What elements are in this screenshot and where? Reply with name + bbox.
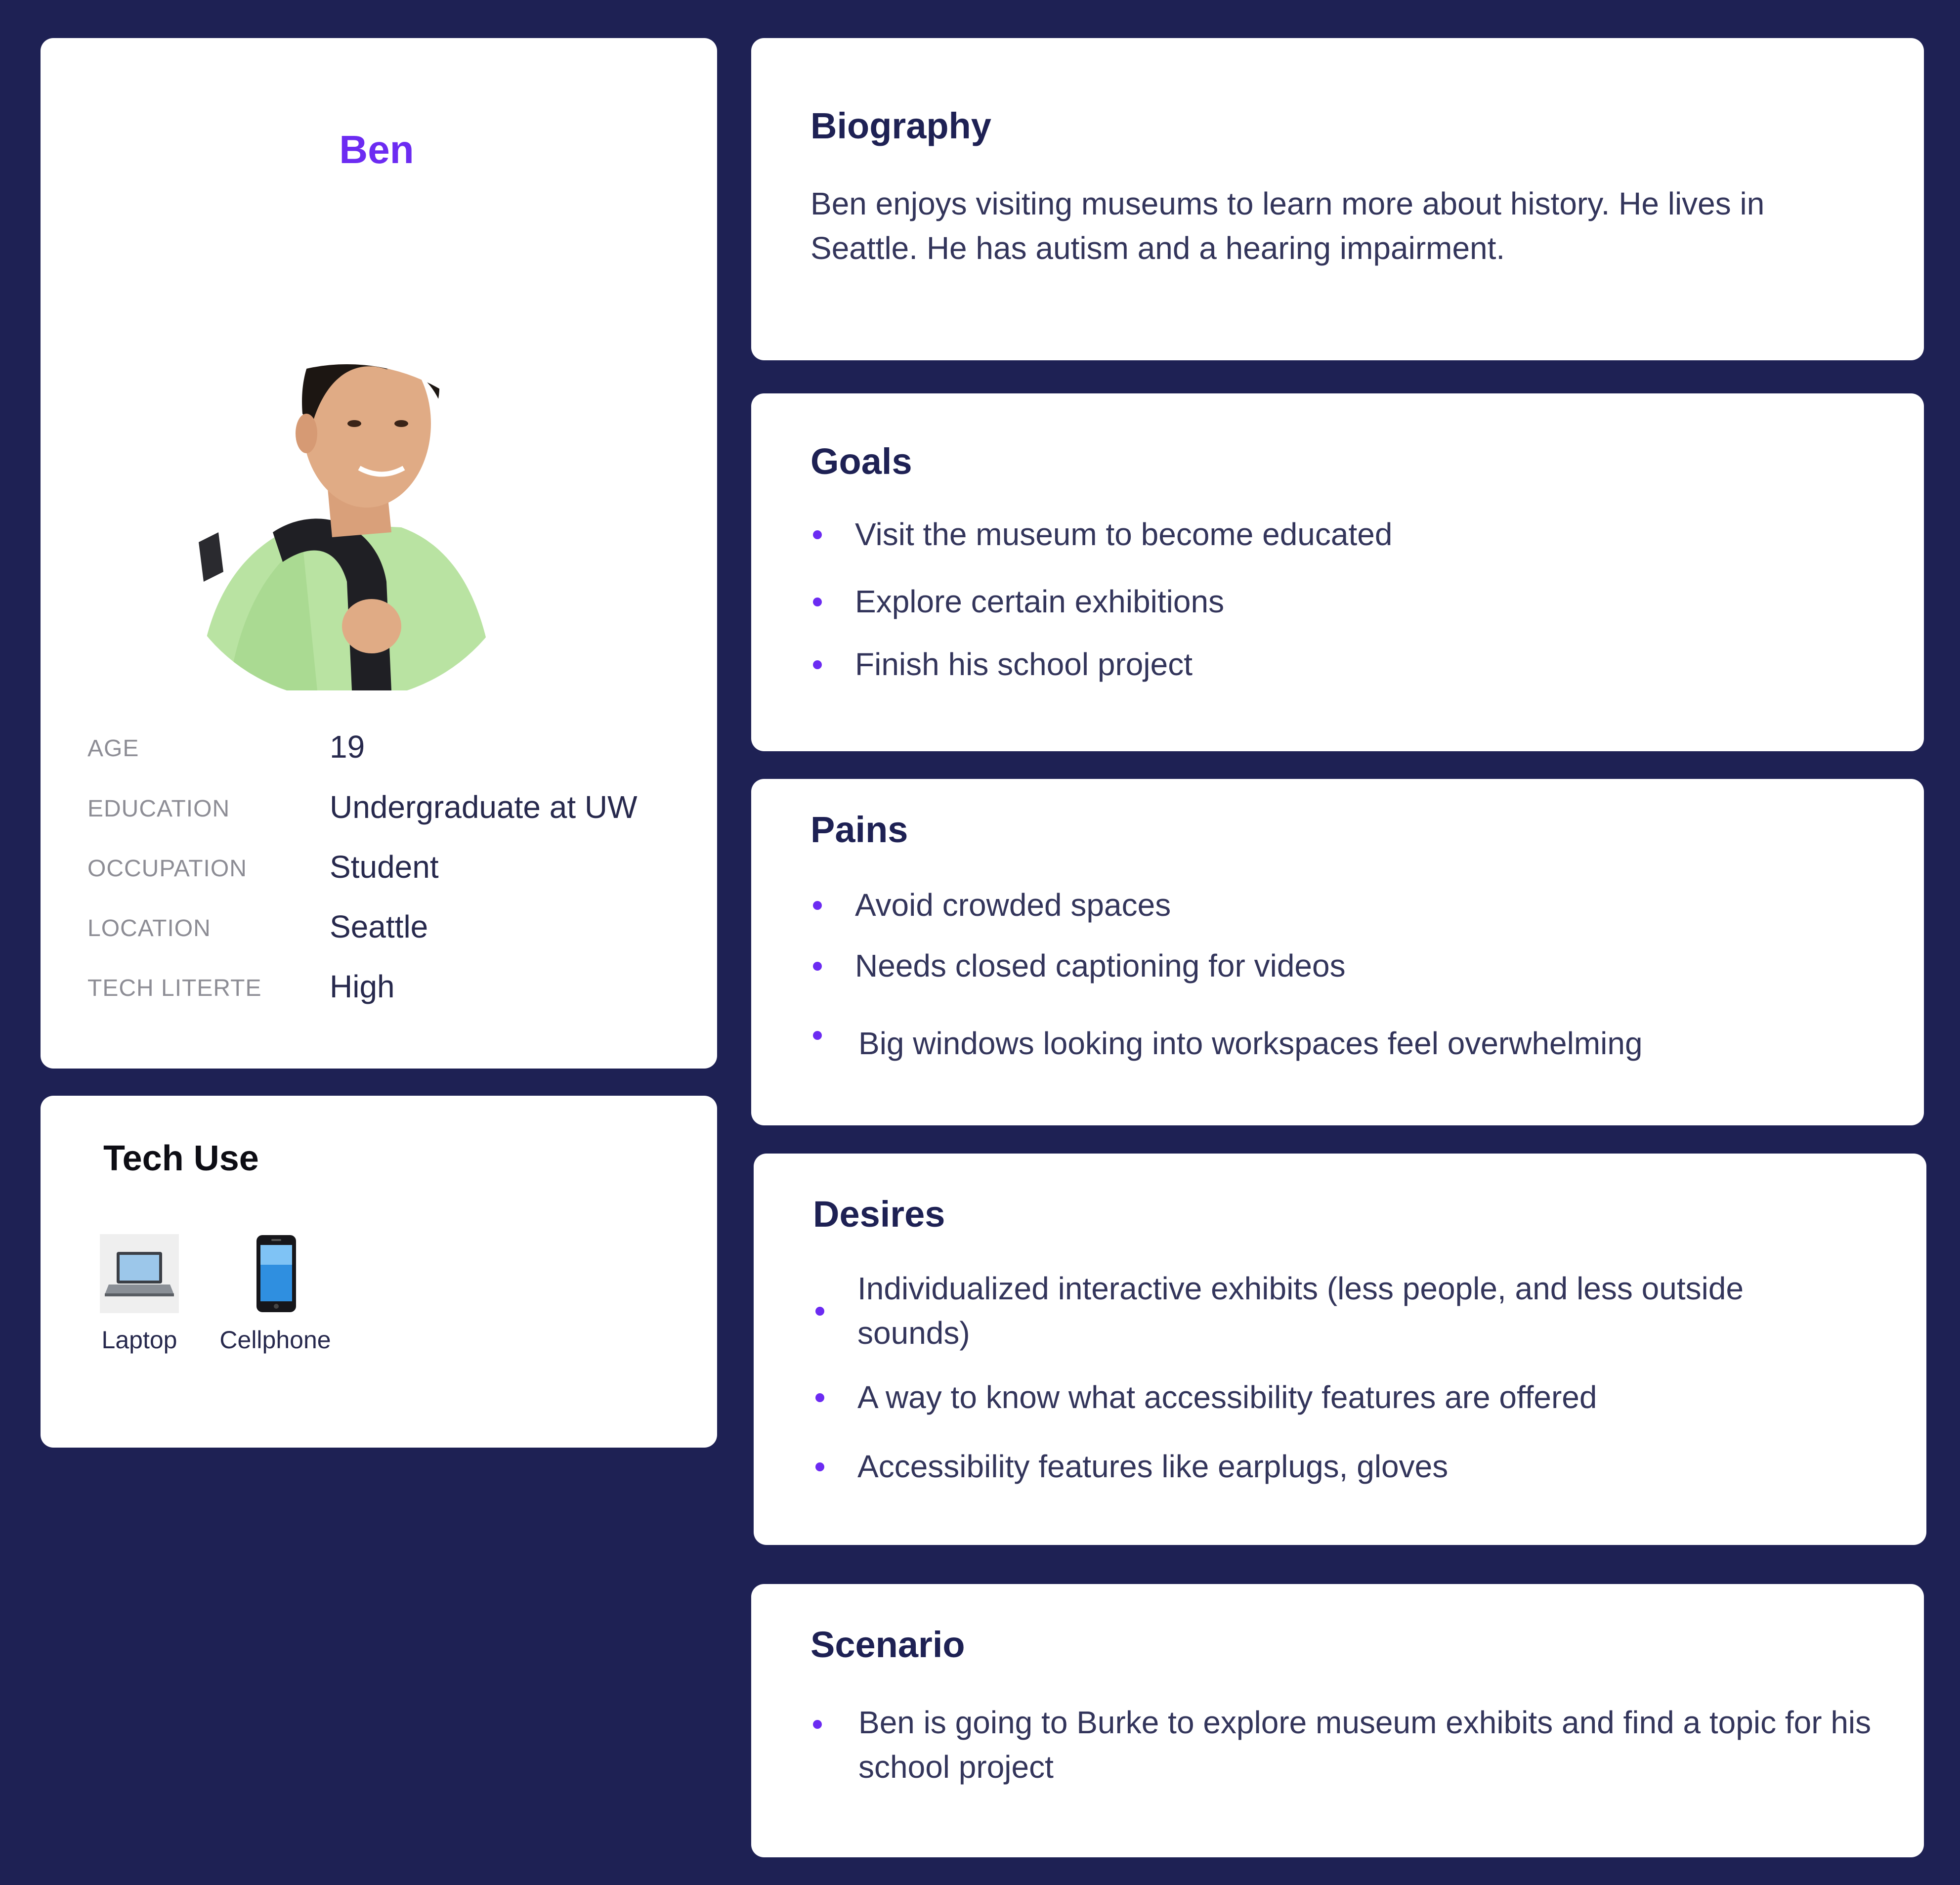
attr-occupation: OCCUPATION Student [87, 843, 705, 887]
bullet-dot [815, 1462, 824, 1471]
device-label: Cellphone [219, 1326, 331, 1354]
bullet-dot [813, 598, 822, 606]
list-item-text: Individualized interactive exhibits (les… [857, 1271, 1744, 1351]
goals-title: Goals [810, 441, 912, 482]
list-item-text: A way to know what accessibility feature… [857, 1379, 1597, 1415]
pains-card: Pains Avoid crowded spaces Needs closed … [751, 779, 1924, 1125]
goals-card: Goals Visit the museum to become educate… [751, 393, 1924, 751]
biography-text: Ben enjoys visiting museums to learn mor… [810, 186, 1765, 266]
list-item-text: Avoid crowded spaces [855, 887, 1171, 923]
bullet-dot [813, 1720, 822, 1729]
attr-age: AGE 19 [87, 723, 705, 767]
bullet-dot [815, 1307, 824, 1316]
list-item-text: Visit the museum to become educated [855, 516, 1393, 552]
attr-location: LOCATION Seattle [87, 902, 705, 947]
attr-value: Seattle [330, 909, 428, 944]
biography-title: Biography [810, 105, 991, 146]
scenario-card: Scenario Ben is going to Burke to explor… [751, 1584, 1924, 1857]
bullet-dot [813, 962, 822, 971]
laptop-icon [100, 1234, 179, 1313]
attr-label: LOCATION [87, 915, 211, 942]
bullet-dot [813, 901, 822, 910]
attr-tech-literacy: TECH LITERTE High [87, 962, 705, 1007]
persona-name: Ben [339, 128, 414, 171]
list-item-text: Ben is going to Burke to explore museum … [858, 1705, 1872, 1785]
bullet-dot [815, 1393, 824, 1402]
pains-title: Pains [810, 809, 908, 850]
list-item-text: Explore certain exhibitions [855, 584, 1225, 619]
attr-label: TECH LITERTE [87, 975, 262, 1001]
tech-use-card: Tech Use Laptop Cellphone [41, 1096, 717, 1448]
cellphone-icon [256, 1235, 296, 1312]
bullet-dot [813, 660, 822, 669]
attr-value: 19 [330, 729, 365, 765]
profile-card: Ben AGE 19 EDUCATION Undergraduate at UW… [41, 38, 717, 1069]
list-item-text: Needs closed captioning for videos [855, 948, 1346, 984]
list-item-text: Accessibility features like earplugs, gl… [857, 1449, 1449, 1484]
desires-title: Desires [813, 1194, 945, 1235]
list-item-text: Big windows looking into workspaces feel… [858, 1026, 1643, 1061]
list-item-text: Finish his school project [855, 646, 1193, 682]
attr-value: High [330, 969, 395, 1004]
attr-label: OCCUPATION [87, 856, 247, 882]
bullet-dot [813, 530, 822, 539]
device-label: Laptop [101, 1326, 177, 1354]
attr-value: Undergraduate at UW [330, 789, 638, 825]
device-laptop: Laptop [95, 1234, 184, 1354]
device-cellphone: Cellphone [216, 1234, 335, 1354]
tech-use-title: Tech Use [103, 1139, 259, 1178]
attr-label: AGE [87, 735, 139, 762]
scenario-title: Scenario [810, 1624, 965, 1665]
biography-card: Biography Ben enjoys visiting museums to… [751, 38, 1924, 360]
attr-education: EDUCATION Undergraduate at UW [87, 783, 705, 827]
persona-photo [169, 364, 525, 690]
bullet-dot [813, 1031, 822, 1040]
attr-value: Student [330, 849, 439, 885]
desires-card: Desires Individualized interactive exhib… [754, 1154, 1926, 1545]
attr-label: EDUCATION [87, 796, 230, 822]
